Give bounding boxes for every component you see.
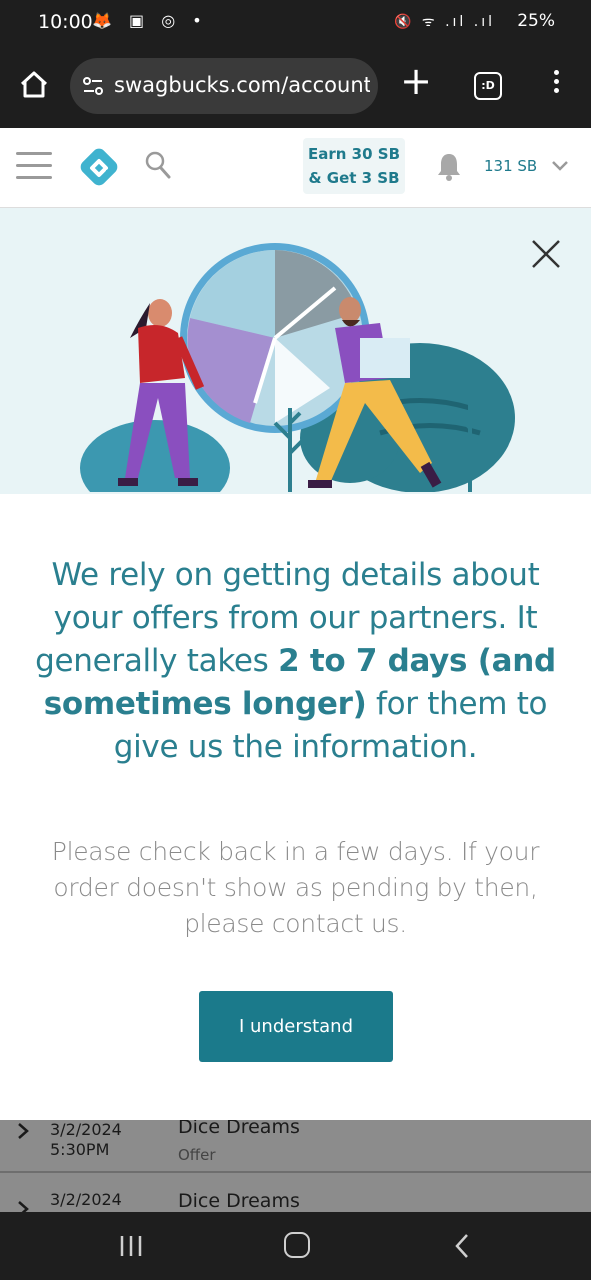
site-settings-icon[interactable]	[82, 75, 104, 97]
home-button-icon[interactable]	[284, 1232, 310, 1258]
row-title: Dice Dreams	[178, 1190, 300, 1212]
chevron-right-icon[interactable]	[16, 1122, 30, 1140]
tab-switcher-icon[interactable]: :D	[474, 72, 502, 100]
home-icon[interactable]	[14, 65, 54, 105]
close-icon[interactable]	[528, 236, 564, 272]
more-menu-icon[interactable]	[546, 66, 566, 106]
back-icon[interactable]	[452, 1232, 472, 1260]
chevron-down-icon[interactable]	[550, 158, 570, 174]
list-item[interactable]: 3/2/2024 5:30PM Dice Dreams Offer	[0, 1120, 591, 1164]
earn-sb-button[interactable]: Earn 30 SB & Get 3 SB	[303, 138, 405, 194]
row-date: 3/2/2024	[50, 1120, 122, 1139]
browser-toolbar: swagbucks.com/account + :D	[0, 44, 591, 128]
new-tab-icon[interactable]: +	[398, 62, 434, 100]
notification-icons: 🦊 ▣ ◎ •	[92, 11, 208, 30]
row-title: Dice Dreams	[178, 1120, 300, 1138]
list-item[interactable]: 3/2/2024 Dice Dreams	[0, 1180, 591, 1212]
hamburger-menu-icon[interactable]	[16, 152, 52, 180]
bell-icon[interactable]	[434, 151, 464, 183]
swagbucks-logo[interactable]	[78, 146, 120, 188]
i-understand-button[interactable]: I understand	[199, 991, 393, 1062]
illustration	[0, 208, 591, 494]
search-icon[interactable]	[144, 150, 172, 180]
activity-list-overlay: 3/2/2024 5:30PM Dice Dreams Offer 3/2/20…	[0, 1120, 591, 1212]
status-bar: 10:00 🦊 ▣ ◎ • 🔇 ᯤ .ıl .ıl 25%	[0, 0, 591, 44]
modal-body-text: Please check back in a few days. If your…	[51, 837, 540, 938]
row-date: 3/2/2024	[50, 1190, 122, 1209]
info-modal: We rely on getting details about your of…	[0, 208, 591, 1120]
earn-line-1: Earn 30 SB	[308, 145, 400, 163]
row-subtitle: Offer	[178, 1146, 216, 1164]
signal-icons: 🔇 ᯤ .ıl .ıl	[393, 14, 495, 30]
status-time: 10:00	[38, 11, 93, 33]
address-bar[interactable]: swagbucks.com/account	[70, 58, 378, 114]
battery-level: 25%	[517, 11, 555, 31]
earn-line-2: & Get 3 SB	[308, 169, 400, 187]
row-time: 5:30PM	[50, 1140, 110, 1159]
recent-apps-icon[interactable]	[118, 1234, 144, 1258]
url-text: swagbucks.com/account	[114, 73, 370, 97]
sb-balance[interactable]: 131 SB	[484, 157, 537, 175]
chevron-right-icon[interactable]	[16, 1200, 30, 1212]
list-divider	[0, 1171, 591, 1173]
system-nav-bar	[0, 1212, 591, 1280]
modal-heading: We rely on getting details about your of…	[20, 554, 571, 769]
